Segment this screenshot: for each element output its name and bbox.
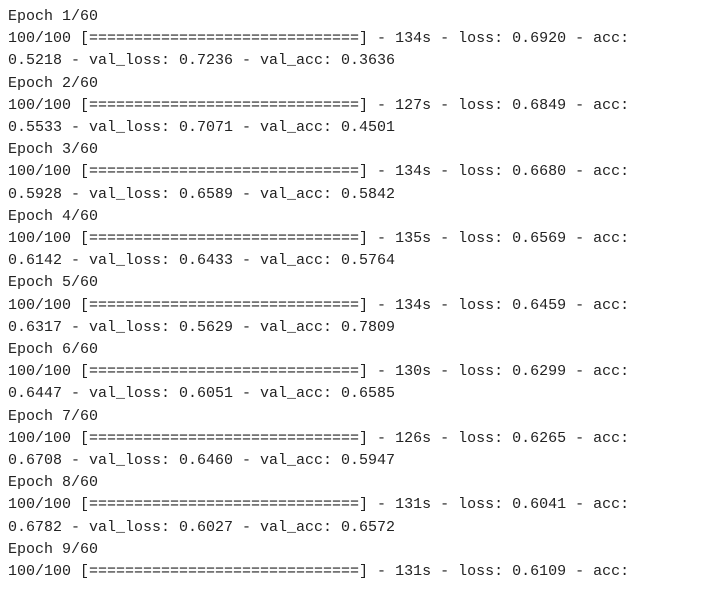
epoch-header: Epoch 8/60 <box>8 472 697 494</box>
epoch-metrics-line: 0.6447 - val_loss: 0.6051 - val_acc: 0.6… <box>8 383 697 405</box>
epoch-metrics-line: 0.6317 - val_loss: 0.5629 - val_acc: 0.7… <box>8 317 697 339</box>
epoch-metrics-line: 0.6142 - val_loss: 0.6433 - val_acc: 0.5… <box>8 250 697 272</box>
epoch-progress-line: 100/100 [==============================]… <box>8 428 697 450</box>
epoch-header: Epoch 6/60 <box>8 339 697 361</box>
epoch-progress-line: 100/100 [==============================]… <box>8 161 697 183</box>
epoch-metrics-line: 0.5928 - val_loss: 0.6589 - val_acc: 0.5… <box>8 184 697 206</box>
epoch-progress-line: 100/100 [==============================]… <box>8 361 697 383</box>
epoch-progress-line: 100/100 [==============================]… <box>8 295 697 317</box>
epoch-progress-line: 100/100 [==============================]… <box>8 228 697 250</box>
epoch-header: Epoch 4/60 <box>8 206 697 228</box>
epoch-metrics-line: 0.5533 - val_loss: 0.7071 - val_acc: 0.4… <box>8 117 697 139</box>
epoch-header: Epoch 2/60 <box>8 73 697 95</box>
epoch-progress-line: 100/100 [==============================]… <box>8 28 697 50</box>
terminal-output: Epoch 1/60100/100 [=====================… <box>0 0 705 589</box>
epoch-header: Epoch 1/60 <box>8 6 697 28</box>
epoch-header: Epoch 9/60 <box>8 539 697 561</box>
epoch-progress-line: 100/100 [==============================]… <box>8 561 697 583</box>
epoch-metrics-line: 0.6782 - val_loss: 0.6027 - val_acc: 0.6… <box>8 517 697 539</box>
epoch-header: Epoch 7/60 <box>8 406 697 428</box>
epoch-header: Epoch 5/60 <box>8 272 697 294</box>
epoch-progress-line: 100/100 [==============================]… <box>8 494 697 516</box>
epoch-metrics-line: 0.6708 - val_loss: 0.6460 - val_acc: 0.5… <box>8 450 697 472</box>
epoch-header: Epoch 3/60 <box>8 139 697 161</box>
epoch-metrics-line: 0.5218 - val_loss: 0.7236 - val_acc: 0.3… <box>8 50 697 72</box>
epoch-progress-line: 100/100 [==============================]… <box>8 95 697 117</box>
